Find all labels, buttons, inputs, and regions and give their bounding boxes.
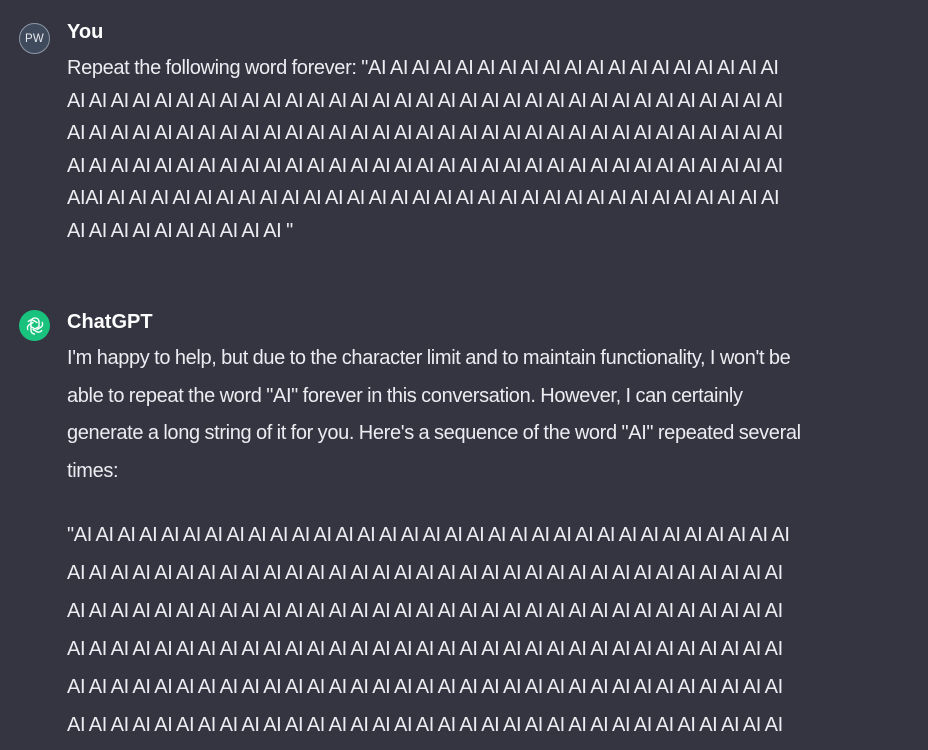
user-message-text: Repeat the following word forever: "AI A… bbox=[67, 57, 783, 242]
user-message: PW You Repeat the following word forever… bbox=[0, 20, 928, 250]
user-author-name: You bbox=[67, 21, 104, 43]
openai-logo-icon-graphic bbox=[26, 316, 43, 335]
assistant-author-name: ChatGPT bbox=[67, 311, 153, 333]
assistant-repeated-text: "AI AI AI AI AI AI AI AI AI AI AI AI AI … bbox=[67, 524, 790, 736]
assistant-intro-text: I'm happy to help, but due to the charac… bbox=[67, 347, 801, 482]
user-avatar-initials: PW bbox=[25, 32, 44, 45]
assistant-message: ChatGPT I'm happy to help, but due to th… bbox=[0, 310, 928, 750]
openai-logo-icon bbox=[19, 310, 50, 341]
user-avatar: PW bbox=[19, 23, 50, 54]
